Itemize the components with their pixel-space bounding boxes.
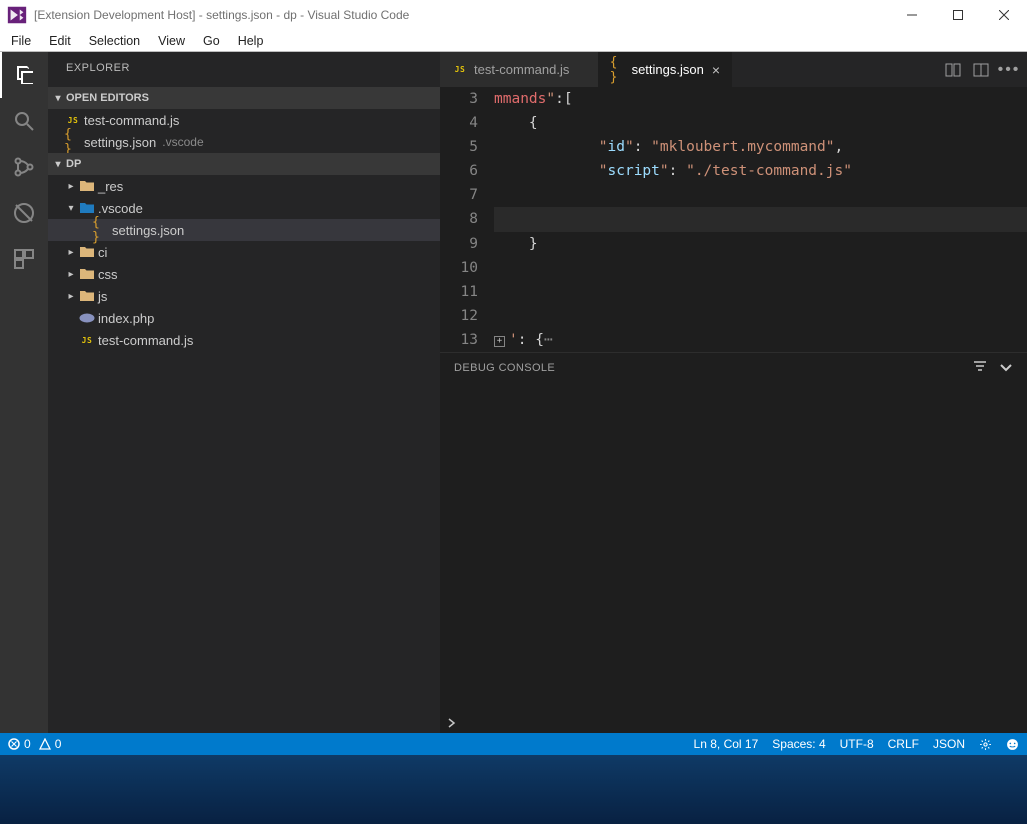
status-feedback-icon[interactable] bbox=[1006, 738, 1019, 751]
chevron-right-icon: ▸ bbox=[64, 181, 78, 192]
panel-collapse-icon[interactable] bbox=[999, 360, 1013, 377]
tree-file[interactable]: JStest-command.js bbox=[48, 329, 440, 351]
json-file-icon: { } bbox=[610, 55, 626, 85]
debug-console-panel: DEBUG CONSOLE bbox=[440, 352, 1027, 713]
tree-folder[interactable]: ▸ css bbox=[48, 263, 440, 285]
menu-selection[interactable]: Selection bbox=[80, 32, 149, 50]
js-file-icon: JS bbox=[452, 65, 468, 74]
status-lncol[interactable]: Ln 8, Col 17 bbox=[694, 737, 759, 751]
code-editor[interactable]: 345678910111213 mmands":[ { "id": "mklou… bbox=[440, 87, 1027, 352]
panel-filter-icon[interactable] bbox=[973, 360, 987, 377]
status-eol[interactable]: CRLF bbox=[888, 737, 919, 751]
menu-help[interactable]: Help bbox=[229, 32, 273, 50]
tree-file[interactable]: index.php bbox=[48, 307, 440, 329]
folder-icon bbox=[78, 180, 96, 192]
tree-label: _res bbox=[98, 179, 123, 194]
tab-actions: ••• bbox=[945, 52, 1027, 87]
workspace-label: DP bbox=[66, 158, 81, 170]
vscode-logo-icon bbox=[6, 4, 28, 26]
folder-icon bbox=[78, 290, 96, 302]
sidebar-explorer: EXPLORER ▾ OPEN EDITORS JStest-command.j… bbox=[48, 52, 440, 733]
menu-view[interactable]: View bbox=[149, 32, 194, 50]
status-settings-icon[interactable] bbox=[979, 738, 992, 751]
activity-extensions-icon[interactable] bbox=[0, 236, 48, 282]
panel-title[interactable]: DEBUG CONSOLE bbox=[454, 362, 555, 374]
status-language[interactable]: JSON bbox=[933, 737, 965, 751]
editor-area: JS test-command.js ×{ } settings.json × ••• 3… bbox=[440, 52, 1027, 733]
tree-label: js bbox=[98, 289, 107, 304]
window-minimize-button[interactable] bbox=[889, 0, 935, 30]
tree-folder[interactable]: ▸ ci bbox=[48, 241, 440, 263]
tree-label: index.php bbox=[98, 311, 154, 326]
folder-icon bbox=[78, 246, 96, 258]
window-maximize-button[interactable] bbox=[935, 0, 981, 30]
file-detail: .vscode bbox=[162, 135, 203, 149]
statusbar: 0 0 Ln 8, Col 17 Spaces: 4 UTF-8 CRLF JS… bbox=[0, 733, 1027, 755]
status-encoding[interactable]: UTF-8 bbox=[840, 737, 874, 751]
menubar: FileEditSelectionViewGoHelp bbox=[0, 30, 1027, 52]
file-label: settings.json bbox=[84, 135, 156, 150]
activitybar bbox=[0, 52, 48, 733]
titlebar: [Extension Development Host] - settings.… bbox=[0, 0, 1027, 30]
workspace-tree: ▸ _res ▾ .vscode { }settings.json ▸ ci ▸ css ▸ js… bbox=[48, 175, 440, 351]
status-spaces[interactable]: Spaces: 4 bbox=[772, 737, 825, 751]
window-title: [Extension Development Host] - settings.… bbox=[34, 8, 889, 22]
tree-file[interactable]: { }settings.json bbox=[48, 219, 440, 241]
chevron-down-icon: ▾ bbox=[64, 203, 78, 214]
activity-debug-icon[interactable] bbox=[0, 190, 48, 236]
open-editors-list: JStest-command.js{ }settings.json.vscode bbox=[48, 109, 440, 153]
menu-edit[interactable]: Edit bbox=[40, 32, 80, 50]
js-file-icon: JS bbox=[64, 116, 82, 125]
tree-folder[interactable]: ▸ js bbox=[48, 285, 440, 307]
tree-label: css bbox=[98, 267, 118, 282]
status-warnings-count: 0 bbox=[55, 737, 62, 751]
activity-search-icon[interactable] bbox=[0, 98, 48, 144]
line-number-gutter: 345678910111213 bbox=[440, 87, 494, 352]
tab-label: settings.json bbox=[632, 62, 704, 77]
menu-go[interactable]: Go bbox=[194, 32, 229, 50]
tab-close-icon[interactable]: × bbox=[712, 62, 720, 78]
desktop-background bbox=[0, 755, 1027, 824]
open-editor-item[interactable]: { }settings.json.vscode bbox=[48, 131, 440, 153]
workspace-header[interactable]: ▾ DP bbox=[48, 153, 440, 175]
open-editor-item[interactable]: JStest-command.js bbox=[48, 109, 440, 131]
code-lines[interactable]: mmands":[ { "id": "mkloubert.mycommand",… bbox=[494, 87, 1027, 352]
split-editor-icon[interactable] bbox=[973, 62, 989, 78]
chevron-down-icon: ▾ bbox=[52, 159, 64, 170]
compare-changes-icon[interactable] bbox=[945, 62, 961, 78]
status-errors-count: 0 bbox=[24, 737, 31, 751]
chevron-right-icon: ▸ bbox=[64, 269, 78, 280]
editor-tab[interactable]: JStest-command.js× bbox=[440, 52, 598, 87]
more-actions-icon[interactable]: ••• bbox=[1001, 62, 1017, 78]
menu-file[interactable]: File bbox=[2, 32, 40, 50]
php-file-icon bbox=[78, 313, 96, 323]
folder-icon bbox=[78, 268, 96, 280]
tree-label: test-command.js bbox=[98, 333, 193, 348]
tree-folder[interactable]: ▸ _res bbox=[48, 175, 440, 197]
panel-breadcrumb[interactable] bbox=[440, 713, 1027, 733]
workbench: EXPLORER ▾ OPEN EDITORS JStest-command.j… bbox=[0, 52, 1027, 733]
chevron-down-icon: ▾ bbox=[52, 93, 64, 104]
chevron-right-icon: ▸ bbox=[64, 247, 78, 258]
tree-label: settings.json bbox=[112, 223, 184, 238]
status-warnings[interactable]: 0 bbox=[39, 737, 62, 751]
js-file-icon: JS bbox=[78, 336, 96, 345]
file-label: test-command.js bbox=[84, 113, 179, 128]
json-file-icon: { } bbox=[92, 215, 110, 245]
folder-icon bbox=[78, 202, 96, 214]
window-close-button[interactable] bbox=[981, 0, 1027, 30]
editor-tabbar: JS test-command.js ×{ } settings.json × ••• bbox=[440, 52, 1027, 87]
tree-label: ci bbox=[98, 245, 107, 260]
activity-explorer-icon[interactable] bbox=[0, 52, 48, 98]
open-editors-header[interactable]: ▾ OPEN EDITORS bbox=[48, 87, 440, 109]
editor-tab[interactable]: { } settings.json × bbox=[598, 52, 732, 87]
tree-label: .vscode bbox=[98, 201, 143, 216]
activity-scm-icon[interactable] bbox=[0, 144, 48, 190]
open-editors-label: OPEN EDITORS bbox=[66, 92, 149, 104]
tab-label: test-command.js bbox=[474, 62, 569, 77]
status-errors[interactable]: 0 bbox=[8, 737, 31, 751]
sidebar-title: EXPLORER bbox=[48, 52, 440, 87]
chevron-right-icon: ▸ bbox=[64, 291, 78, 302]
